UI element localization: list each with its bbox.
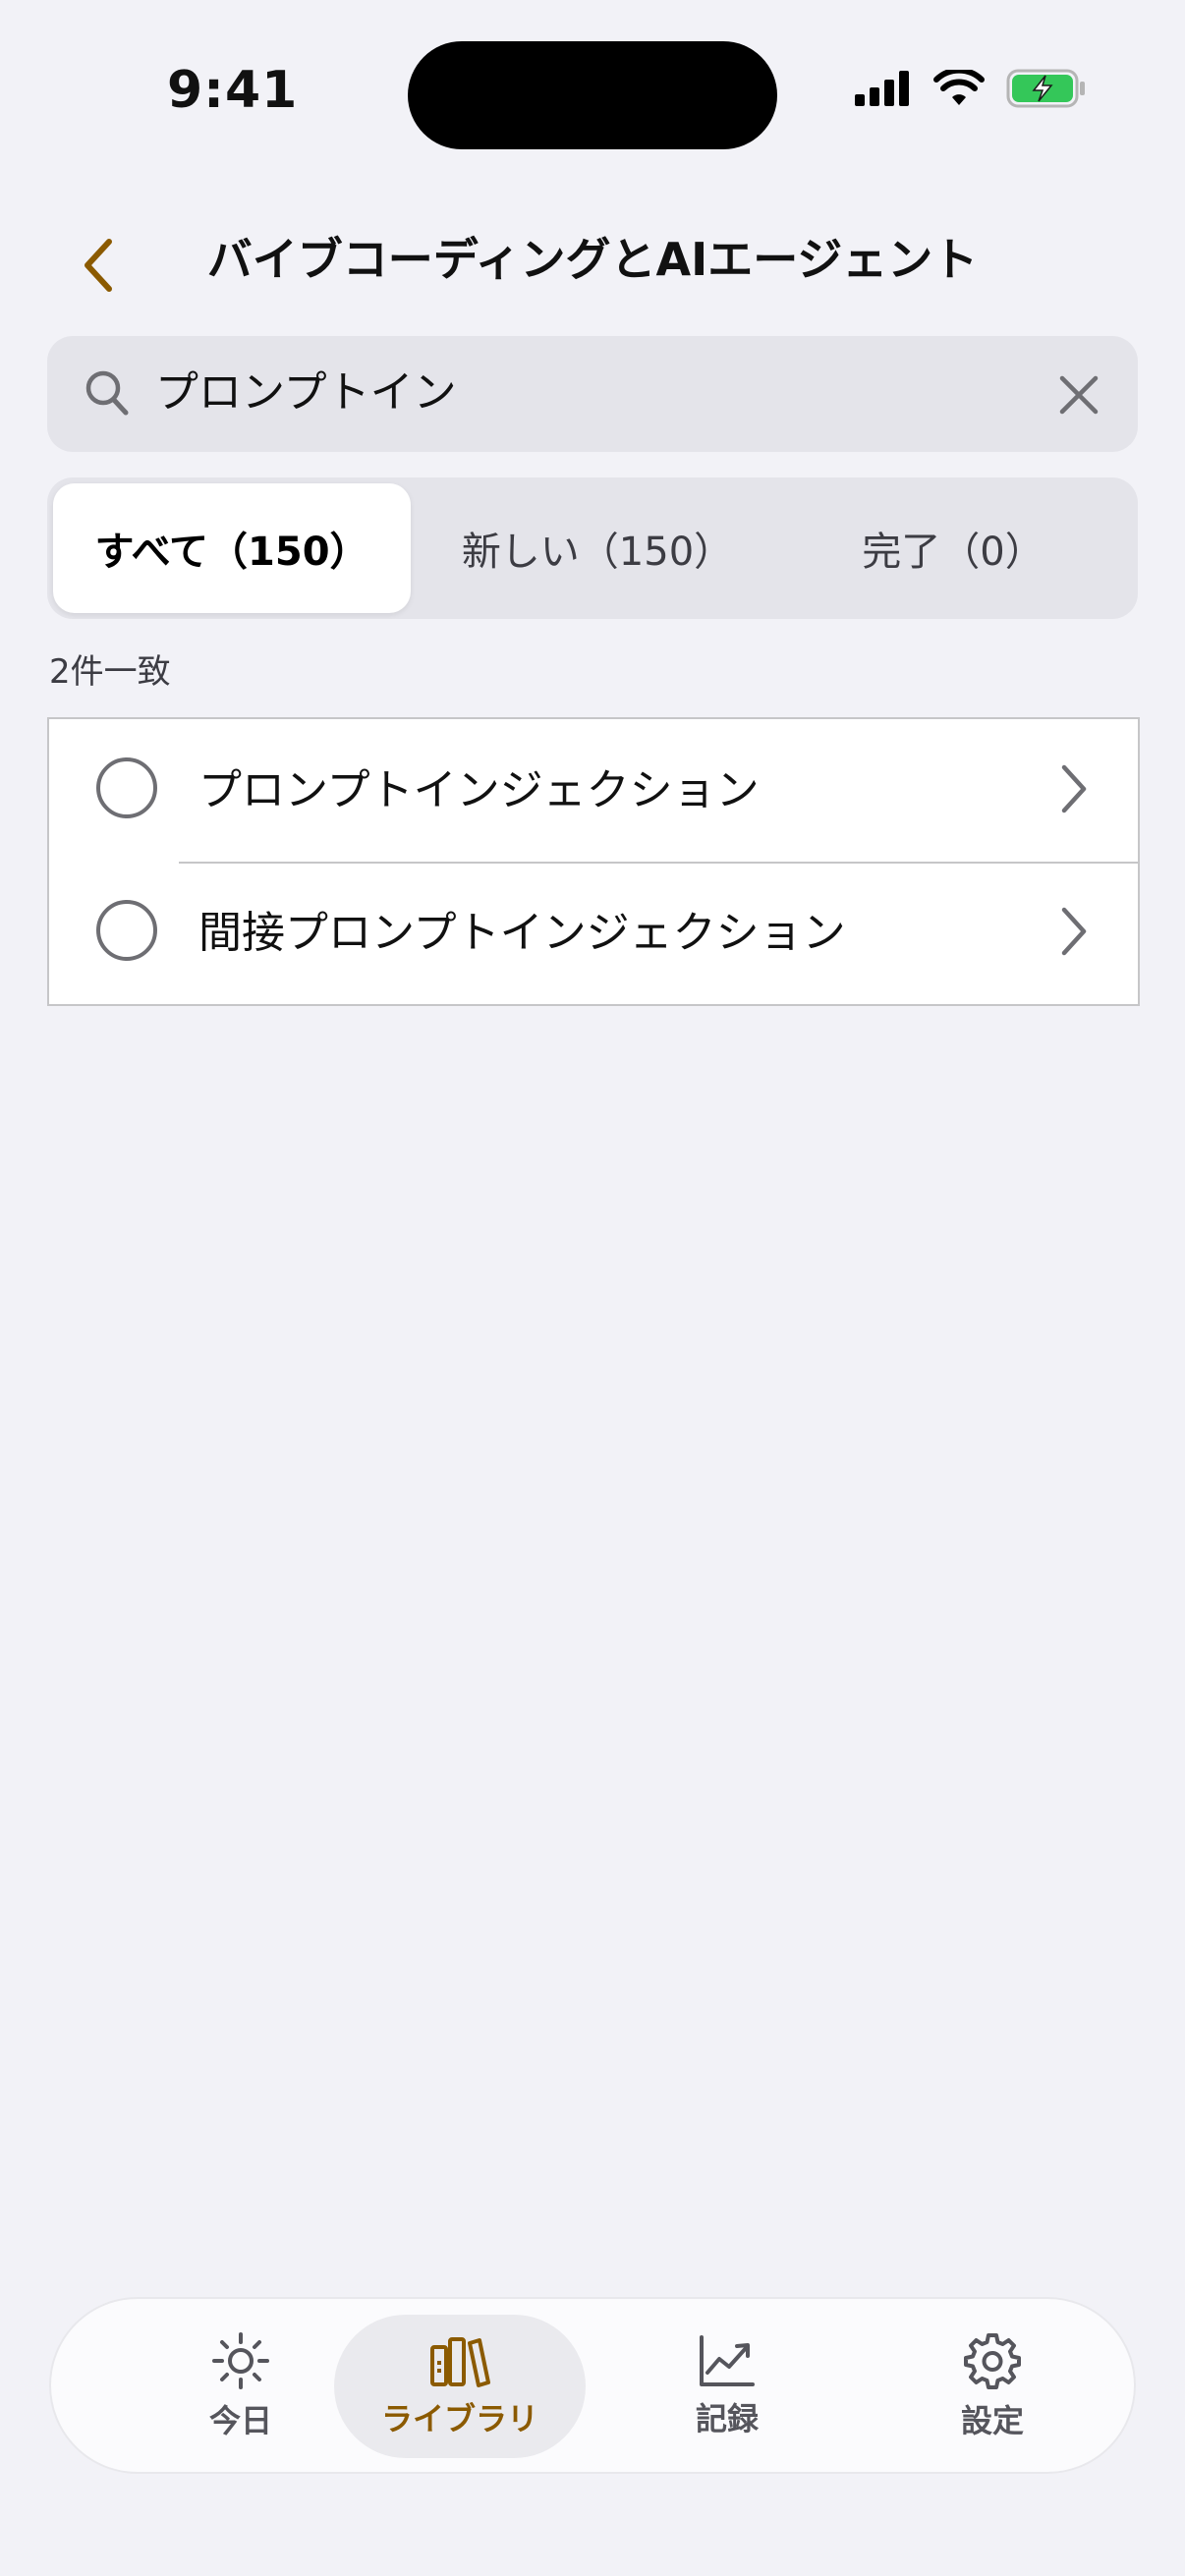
list-item-label: 間接プロンプトインジェクション <box>198 908 846 958</box>
tab-library[interactable]: ライブラリ <box>334 2315 586 2458</box>
cellular-signal-icon <box>855 71 909 106</box>
tab-label: ライブラリ <box>380 2400 538 2437</box>
close-icon <box>1059 375 1099 415</box>
search-input[interactable]: プロンプトイン <box>155 364 457 422</box>
tab-label: 今日 <box>208 2402 272 2439</box>
tab-records[interactable]: 記録 <box>601 2315 853 2458</box>
chevron-right-icon <box>1061 907 1087 956</box>
tab-settings[interactable]: 設定 <box>867 2315 1118 2458</box>
segment-new[interactable]: 新しい（150） <box>419 483 776 613</box>
chart-icon <box>700 2335 755 2386</box>
battery-charging-icon <box>1006 69 1085 108</box>
tab-today[interactable]: 今日 <box>115 2315 367 2458</box>
dynamic-island <box>408 41 777 149</box>
clear-search-button[interactable] <box>1049 365 1108 424</box>
search-bar[interactable]: プロンプトイン <box>47 336 1138 452</box>
status-icons <box>855 69 1087 108</box>
navigation-bar: バイブコーディングとAIエージェント <box>0 206 1185 314</box>
list-item[interactable]: プロンプトインジェクション <box>49 719 1138 862</box>
segment-all[interactable]: すべて（150） <box>53 483 411 613</box>
sun-icon <box>212 2332 269 2389</box>
tab-label: 設定 <box>960 2402 1024 2439</box>
filter-segmented-control: すべて（150） 新しい（150） 完了（0） <box>47 477 1138 619</box>
segment-done[interactable]: 完了（0） <box>774 483 1132 613</box>
tab-bar: 今日 ライブラリ 記録 設定 <box>49 2297 1136 2474</box>
list-item-label: プロンプトインジェクション <box>198 765 760 815</box>
result-list: プロンプトインジェクション 間接プロンプトインジェクション <box>47 717 1140 1006</box>
search-icon <box>85 370 129 416</box>
gear-icon <box>964 2333 1021 2389</box>
tab-label: 記録 <box>695 2400 759 2437</box>
status-time: 9:41 <box>167 61 299 120</box>
completion-radio[interactable] <box>96 757 157 818</box>
wifi-icon <box>933 70 985 105</box>
library-icon <box>430 2337 490 2387</box>
completion-radio[interactable] <box>96 900 157 961</box>
page-title: バイブコーディングとAIエージェント <box>206 233 979 286</box>
list-item[interactable]: 間接プロンプトインジェクション <box>49 862 1138 1004</box>
match-count: 2件一致 <box>49 652 171 692</box>
status-bar: 9:41 <box>0 0 1185 187</box>
chevron-right-icon <box>1061 764 1087 813</box>
